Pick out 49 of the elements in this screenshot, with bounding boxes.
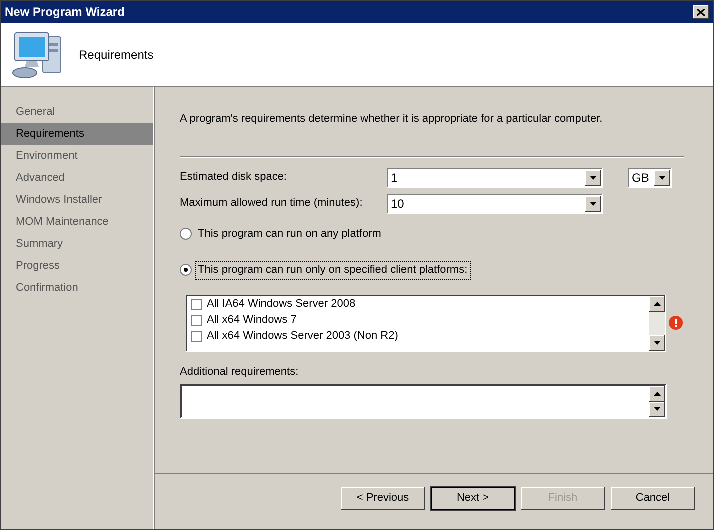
unit-dropdown[interactable]: GB	[628, 168, 672, 188]
scroll-down-button[interactable]	[649, 402, 665, 417]
scroll-up-button[interactable]	[649, 386, 665, 402]
radio-label[interactable]: This program can run only on specified client platforms:	[196, 262, 470, 278]
additional-requirements-field[interactable]	[180, 384, 667, 419]
step-item[interactable]: Summary	[1, 233, 153, 255]
disk-space-field[interactable]: 1	[387, 168, 603, 188]
radio-label[interactable]: This program can run on any platform	[196, 226, 384, 242]
page-title: Requirements	[79, 46, 154, 64]
run-time-field[interactable]: 10	[387, 194, 603, 214]
close-button[interactable]	[693, 5, 709, 19]
radio-button[interactable]	[180, 264, 192, 276]
field-label: Maximum allowed run time (minutes):	[180, 196, 364, 212]
down-caret-icon	[654, 340, 660, 344]
close-icon	[697, 8, 705, 16]
field-label: Estimated disk space:	[180, 170, 288, 186]
step-item[interactable]: Requirements	[1, 123, 153, 145]
caret-icon	[658, 176, 666, 180]
up-caret-icon	[654, 392, 660, 396]
platform-label: All x64 Windows Server 2003 (Non R2)	[207, 329, 398, 344]
checkbox[interactable]	[191, 331, 202, 342]
checkbox[interactable]	[191, 315, 202, 326]
step-item[interactable]: MOM Maintenance	[1, 211, 153, 233]
platform-label: All IA64 Windows Server 2008	[207, 297, 356, 312]
caret-icon	[590, 202, 596, 206]
radio-button[interactable]	[180, 228, 192, 240]
scrollbar[interactable]	[649, 296, 665, 350]
window-title: New Program Wizard	[5, 4, 125, 21]
dropdown-button[interactable]	[585, 196, 601, 212]
scroll-up-button[interactable]	[649, 296, 665, 312]
step-item[interactable]: General	[1, 101, 153, 123]
caret-icon	[590, 176, 596, 180]
step-item[interactable]: Environment	[1, 145, 153, 167]
wizard-button[interactable]: Cancel	[611, 487, 695, 510]
dropdown-button[interactable]	[585, 170, 601, 186]
step-item[interactable]: Confirmation	[1, 277, 153, 299]
scroll-down-button[interactable]	[649, 334, 665, 350]
description-text: A program's requirements determine whether it is appropriate for a particular computer.	[180, 112, 604, 127]
wizard-button[interactable]: < Previous	[341, 487, 425, 510]
step-item[interactable]: Progress	[1, 255, 153, 277]
checkbox[interactable]	[191, 299, 202, 310]
step-item[interactable]: Advanced	[1, 167, 153, 189]
up-caret-icon	[654, 302, 660, 306]
dropdown-button[interactable]	[654, 170, 670, 186]
field-label: Additional requirements:	[180, 364, 300, 380]
wizard-button[interactable]: Next >	[431, 487, 515, 510]
down-caret-icon	[654, 407, 660, 412]
platform-label: All x64 Windows 7	[207, 313, 297, 328]
step-item[interactable]: Windows Installer	[1, 189, 153, 211]
